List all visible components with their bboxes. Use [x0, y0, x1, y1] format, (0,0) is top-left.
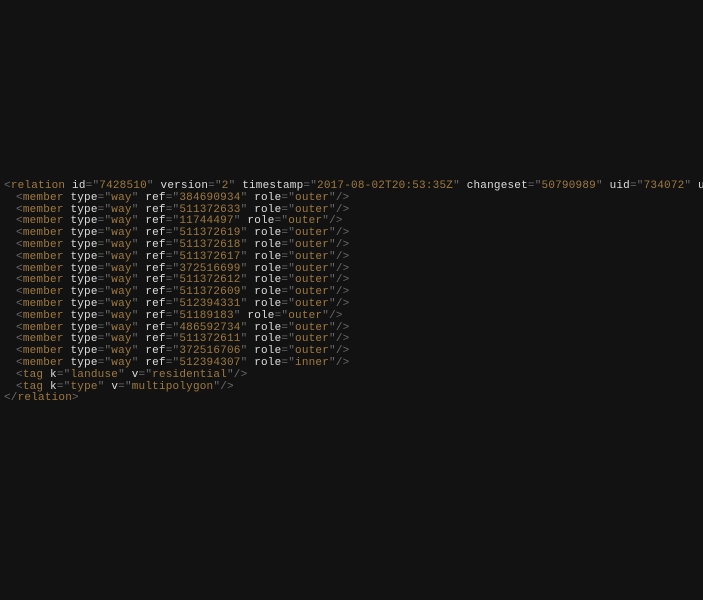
member-tag: member: [23, 251, 64, 263]
tag-v-value: residential: [152, 369, 227, 381]
member-role-value: outer: [295, 298, 329, 310]
tag-line: <tag k="landuse" v="residential"/>: [4, 370, 703, 382]
member-role-value: outer: [295, 286, 329, 298]
member-ref-value: 511372609: [179, 286, 240, 298]
member-type-value: way: [111, 204, 131, 216]
member-type-value: way: [111, 251, 131, 263]
member-role-value: outer: [295, 204, 329, 216]
attr-changeset-value: 50790989: [542, 180, 596, 192]
member-ref-value: 372516699: [179, 263, 240, 275]
member-ref-value: 372516706: [179, 345, 240, 357]
member-type-value: way: [111, 239, 131, 251]
member-ref-value: 511372619: [179, 227, 240, 239]
attr-uid-name: uid: [610, 180, 630, 192]
relation-tag: relation: [11, 180, 65, 192]
tag-tag: tag: [23, 369, 43, 381]
member-type-value: way: [111, 298, 131, 310]
member-tag: member: [23, 298, 64, 310]
member-role-value: outer: [295, 263, 329, 275]
attr-version-name: version: [161, 180, 209, 192]
member-role-value: outer: [295, 345, 329, 357]
member-type-value: way: [111, 357, 131, 369]
member-type-value: way: [111, 192, 131, 204]
member-role-value: outer: [288, 215, 322, 227]
tag-tag: tag: [23, 381, 43, 393]
member-role-value: outer: [295, 322, 329, 334]
member-role-value: outer: [295, 251, 329, 263]
member-tag: member: [23, 239, 64, 251]
member-role-value: outer: [295, 274, 329, 286]
member-ref-value: 11744497: [179, 215, 233, 227]
attr-timestamp-value: 2017-08-02T20:53:35Z: [317, 180, 453, 192]
member-tag: member: [23, 333, 64, 345]
member-type-value: way: [111, 263, 131, 275]
member-tag: member: [23, 263, 64, 275]
member-type-value: way: [111, 215, 131, 227]
tag-line: <tag k="type" v="multipolygon"/>: [4, 382, 703, 394]
member-type-value: way: [111, 345, 131, 357]
member-ref-value: 511372633: [179, 204, 240, 216]
member-ref-value: 51189183: [179, 310, 233, 322]
member-type-value: way: [111, 322, 131, 334]
member-tag: member: [23, 357, 64, 369]
member-role-value: outer: [295, 192, 329, 204]
relation-close-line: </relation>: [4, 393, 703, 405]
attr-changeset-name: changeset: [467, 180, 528, 192]
member-role-value: outer: [295, 227, 329, 239]
member-tag: member: [23, 192, 64, 204]
member-ref-value: 511372612: [179, 274, 240, 286]
attr-id-value: 7428510: [99, 180, 147, 192]
attr-uid-value: 734072: [644, 180, 685, 192]
member-type-value: way: [111, 274, 131, 286]
member-type-value: way: [111, 227, 131, 239]
member-tag: member: [23, 345, 64, 357]
member-tag: member: [23, 310, 64, 322]
member-ref-value: 384690934: [179, 192, 240, 204]
member-role-value: outer: [288, 310, 322, 322]
member-tag: member: [23, 215, 64, 227]
member-role-value: outer: [295, 333, 329, 345]
member-ref-value: 512394331: [179, 298, 240, 310]
member-tag: member: [23, 322, 64, 334]
member-role-value: inner: [295, 357, 329, 369]
member-type-value: way: [111, 310, 131, 322]
attr-timestamp-name: timestamp: [242, 180, 303, 192]
member-ref-value: 486592734: [179, 322, 240, 334]
member-ref-value: 511372617: [179, 251, 240, 263]
member-type-value: way: [111, 286, 131, 298]
member-ref-value: 512394307: [179, 357, 240, 369]
attr-id-name: id: [72, 180, 86, 192]
attr-user-name: user: [698, 180, 703, 192]
tag-k-value: type: [70, 381, 97, 393]
member-tag: member: [23, 286, 64, 298]
member-role-value: outer: [295, 239, 329, 251]
attr-version-value: 2: [222, 180, 229, 192]
tag-k-value: landuse: [70, 369, 118, 381]
member-tag: member: [23, 227, 64, 239]
member-tag: member: [23, 274, 64, 286]
tag-v-value: multipolygon: [132, 381, 214, 393]
member-type-value: way: [111, 333, 131, 345]
member-ref-value: 511372611: [179, 333, 240, 345]
xml-code-block: <relation id="7428510" version="2" times…: [0, 0, 703, 405]
member-tag: member: [23, 204, 64, 216]
member-ref-value: 511372618: [179, 239, 240, 251]
